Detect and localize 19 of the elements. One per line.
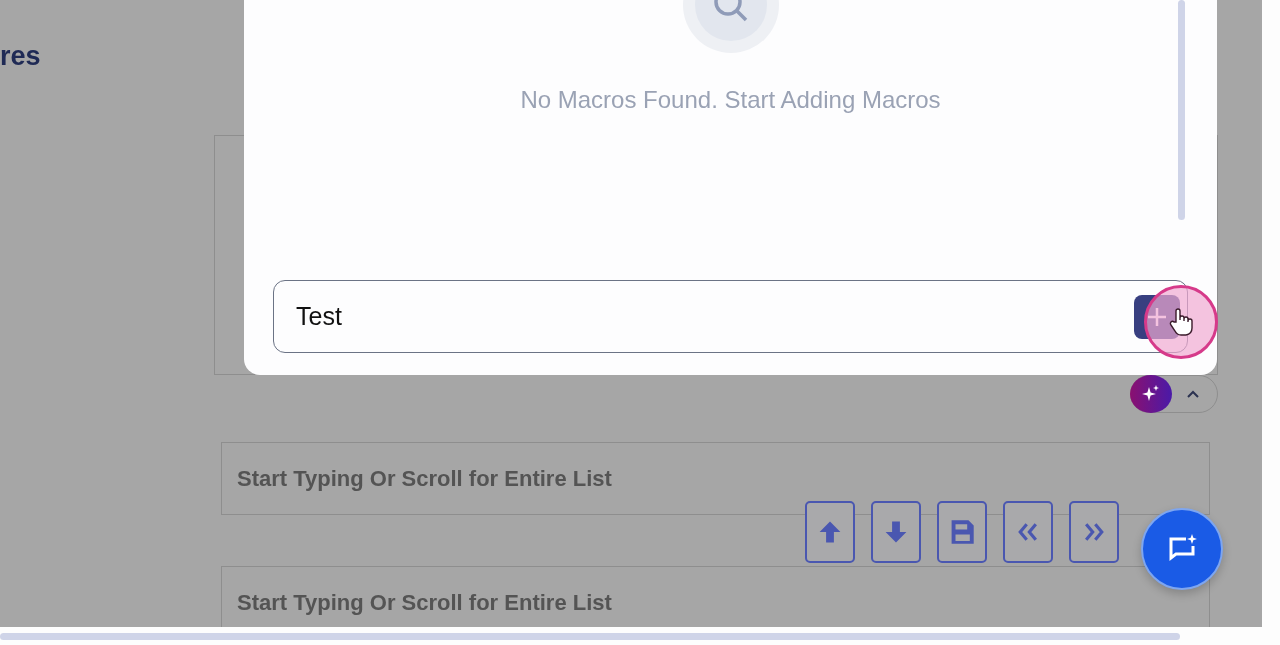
toolbar-button[interactable] — [805, 501, 855, 563]
toolbar-button[interactable] — [871, 501, 921, 563]
macro-input[interactable]: Test — [273, 280, 1188, 353]
empty-message: No Macros Found. Start Adding Macros — [520, 85, 941, 115]
toolbar-button[interactable] — [937, 501, 987, 563]
scrollbar[interactable] — [1178, 0, 1185, 220]
chat-button[interactable] — [1141, 508, 1223, 590]
search-field[interactable]: Start Typing Or Scroll for Entire List — [221, 566, 1210, 627]
toolbar-button[interactable] — [1069, 501, 1119, 563]
toolbar-button[interactable] — [1003, 501, 1053, 563]
caret-up-icon[interactable] — [1186, 389, 1200, 399]
arrow-up-icon — [817, 519, 843, 545]
search-field[interactable]: Start Typing Or Scroll for Entire List — [221, 442, 1210, 515]
sparkle-icon[interactable] — [1130, 375, 1172, 413]
page-heading: res — [0, 40, 41, 73]
save-icon — [949, 519, 975, 545]
hand-cursor-icon — [1169, 308, 1193, 336]
scrollbar[interactable] — [0, 632, 1180, 640]
arrow-down-icon — [883, 519, 909, 545]
